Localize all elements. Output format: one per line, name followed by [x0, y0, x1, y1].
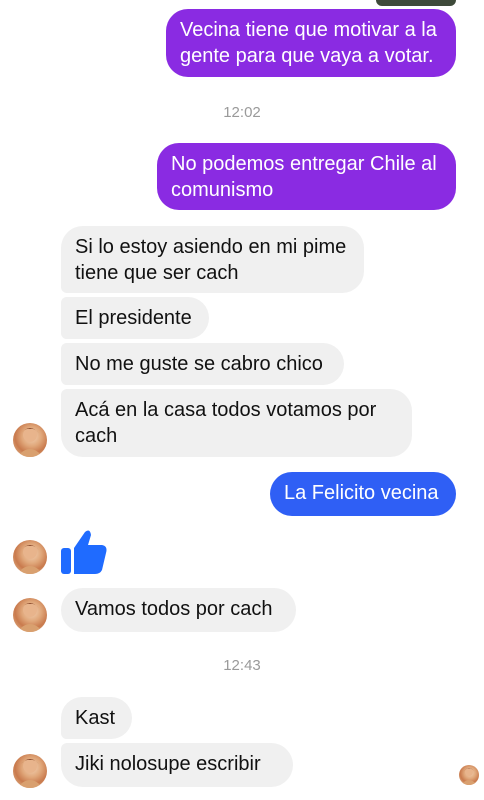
previous-photo-message[interactable] — [376, 0, 456, 6]
incoming-message-bubble[interactable]: Kast — [61, 697, 132, 739]
thumbs-up-icon[interactable] — [58, 528, 108, 576]
outgoing-message-bubble[interactable]: Vecina tiene que motivar a la gente para… — [166, 9, 456, 77]
outgoing-message-bubble[interactable]: No podemos entregar Chile al comunismo — [157, 143, 456, 210]
incoming-message-bubble[interactable]: Jiki nolosupe escribir — [61, 743, 293, 787]
chat-screen: Vecina tiene que motivar a la gente para… — [0, 0, 484, 800]
contact-avatar[interactable] — [13, 598, 47, 632]
incoming-message-bubble[interactable]: Acá en la casa todos votamos por cach — [61, 389, 412, 457]
contact-avatar[interactable] — [13, 540, 47, 574]
incoming-message-bubble[interactable]: No me guste se cabro chico — [61, 343, 344, 385]
contact-avatar[interactable] — [13, 754, 47, 788]
incoming-message-bubble[interactable]: El presidente — [61, 297, 209, 339]
timestamp: 12:02 — [223, 104, 261, 121]
seen-avatar — [459, 765, 479, 785]
timestamp: 12:43 — [223, 657, 261, 674]
outgoing-message-bubble[interactable]: La Felicito vecina — [270, 472, 456, 516]
contact-avatar[interactable] — [13, 423, 47, 457]
incoming-message-bubble[interactable]: Si lo estoy asiendo en mi pime tiene que… — [61, 226, 364, 293]
incoming-message-bubble[interactable]: Vamos todos por cach — [61, 588, 296, 632]
